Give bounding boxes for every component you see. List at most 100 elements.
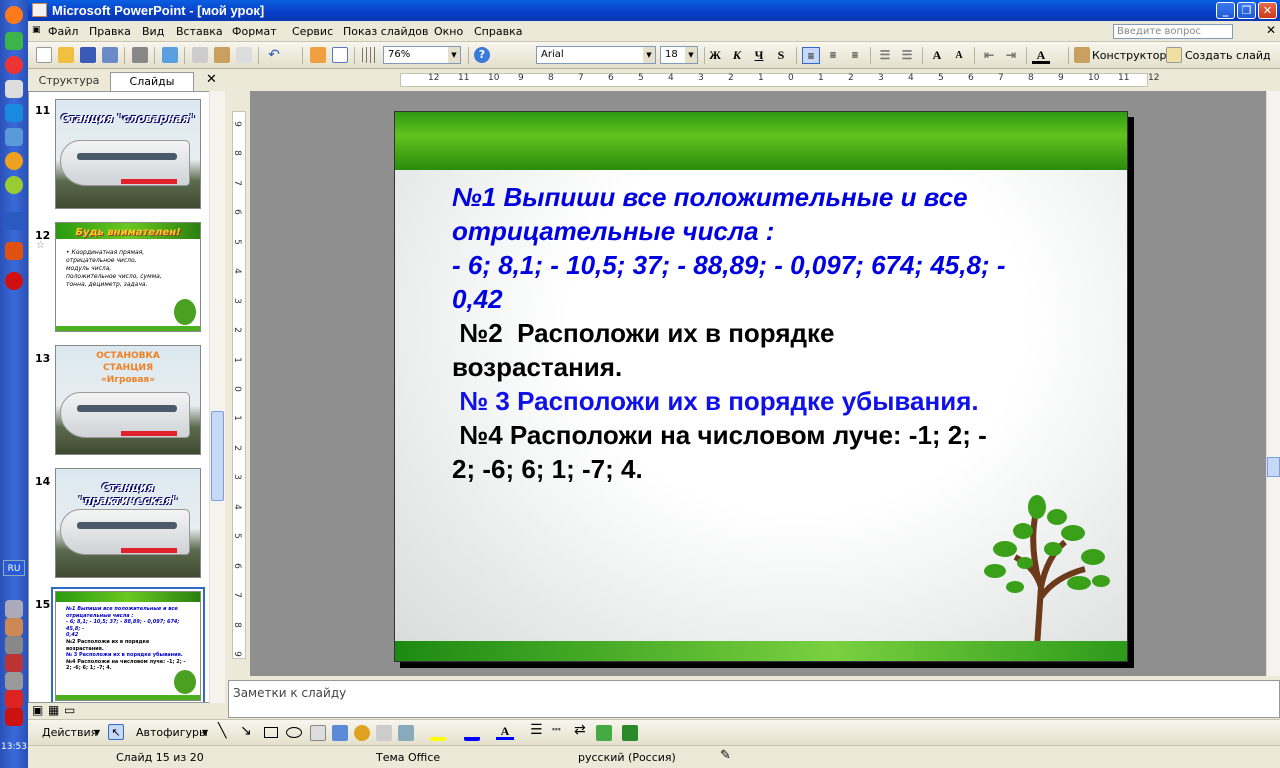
- zoom-select[interactable]: 76% ▼: [383, 46, 461, 64]
- fill-color-icon[interactable]: [430, 725, 446, 741]
- bold-button[interactable]: Ж: [706, 47, 724, 64]
- designer-button[interactable]: Конструктор: [1092, 49, 1166, 62]
- tray-icon[interactable]: [5, 708, 23, 726]
- close-icon[interactable]: ✕: [206, 72, 217, 87]
- doc-close-icon[interactable]: ✕: [1266, 23, 1276, 37]
- font-select[interactable]: Arial ▼: [536, 46, 656, 64]
- undo-icon[interactable]: ↶: [266, 47, 282, 63]
- slide-thumbnail-12[interactable]: Будь внимателен! • Координатная прямая, …: [55, 222, 201, 332]
- increase-font-button[interactable]: A: [928, 47, 946, 64]
- open-icon[interactable]: [58, 47, 74, 63]
- format-painter-icon[interactable]: [236, 47, 252, 63]
- close-button[interactable]: ✕: [1258, 2, 1277, 19]
- align-right-button[interactable]: ≡: [846, 47, 864, 64]
- minimize-button[interactable]: _: [1216, 2, 1235, 19]
- ie-icon[interactable]: [5, 104, 23, 122]
- permission-icon[interactable]: [102, 47, 118, 63]
- tray-icon[interactable]: [5, 618, 23, 636]
- new-slide-button[interactable]: Создать слайд: [1185, 49, 1271, 62]
- line-icon[interactable]: ╲: [218, 723, 226, 739]
- app-icon[interactable]: [5, 176, 23, 194]
- align-center-button[interactable]: ≡: [824, 47, 842, 64]
- thumbnails-scrollbar[interactable]: [209, 91, 225, 703]
- spelling-icon[interactable]: [162, 47, 178, 63]
- line-style-icon[interactable]: ☰: [530, 722, 543, 738]
- tray-icon[interactable]: [5, 654, 23, 672]
- menu-tools[interactable]: Сервис: [292, 25, 333, 38]
- actions-menu[interactable]: Действия: [42, 726, 97, 739]
- slideshow-view-icon[interactable]: ▭: [64, 703, 75, 717]
- menu-slideshow[interactable]: Показ слайдов: [343, 25, 429, 38]
- align-left-button[interactable]: ≡: [802, 47, 820, 64]
- picture-icon[interactable]: [398, 725, 414, 741]
- app-icon[interactable]: [5, 56, 23, 74]
- slide-thumbnail-13[interactable]: ОСТАНОВКА СТАНЦИЯ «Игровая»: [55, 345, 201, 455]
- font-color-icon[interactable]: A: [496, 723, 514, 740]
- oval-icon[interactable]: [286, 727, 302, 738]
- menu-format[interactable]: Формат: [232, 25, 277, 38]
- dash-style-icon[interactable]: ┅: [552, 722, 560, 738]
- menu-edit[interactable]: Правка: [89, 25, 131, 38]
- tray-icon[interactable]: [5, 636, 23, 654]
- line-color-icon[interactable]: [464, 725, 480, 741]
- menu-help[interactable]: Справка: [474, 25, 522, 38]
- volume-icon[interactable]: [5, 672, 23, 690]
- normal-view-icon[interactable]: ▣: [32, 703, 43, 717]
- table-icon[interactable]: [332, 47, 348, 63]
- language-indicator[interactable]: RU: [3, 560, 25, 576]
- select-pointer-icon[interactable]: ↖: [108, 724, 124, 740]
- textbox-icon[interactable]: [310, 725, 326, 741]
- desktop-icon[interactable]: [5, 128, 23, 146]
- decrease-font-button[interactable]: A: [950, 47, 968, 64]
- notes-pane[interactable]: Заметки к слайду: [228, 680, 1280, 718]
- tab-structure[interactable]: Структура: [32, 72, 106, 91]
- tab-slides[interactable]: Слайды: [110, 72, 194, 91]
- wordart-icon[interactable]: [332, 725, 348, 741]
- menu-insert[interactable]: Вставка: [176, 25, 223, 38]
- rectangle-icon[interactable]: [264, 727, 278, 738]
- doc-icon[interactable]: ▣: [32, 25, 41, 35]
- menu-file[interactable]: Файл: [48, 25, 78, 38]
- 3d-style-icon[interactable]: [622, 725, 638, 741]
- save-icon[interactable]: [80, 47, 96, 63]
- new-icon[interactable]: [36, 47, 52, 63]
- slide-thumbnail-11[interactable]: Станция "словарная": [55, 99, 201, 209]
- cut-icon[interactable]: [192, 47, 208, 63]
- start-icon[interactable]: [5, 6, 23, 24]
- opera-icon[interactable]: [5, 272, 23, 290]
- paste-icon[interactable]: [214, 47, 230, 63]
- bullets-button[interactable]: ☰: [898, 47, 916, 64]
- font-color-button[interactable]: A: [1032, 47, 1050, 64]
- decrease-indent-button[interactable]: ⇤: [980, 47, 998, 64]
- arrow-style-icon[interactable]: ⇄: [574, 722, 586, 738]
- arrow-icon[interactable]: ↘: [240, 723, 252, 739]
- tray-icon[interactable]: [5, 600, 23, 618]
- current-slide[interactable]: №1 Выпиши все положительные и все отрица…: [394, 111, 1128, 662]
- slide-thumbnail-14[interactable]: Станция "практическая": [55, 468, 201, 578]
- print-icon[interactable]: [132, 47, 148, 63]
- new-slide-icon[interactable]: [1166, 47, 1182, 63]
- shadow-style-icon[interactable]: [596, 725, 612, 741]
- italic-button[interactable]: К: [728, 47, 746, 64]
- increase-indent-button[interactable]: ⇥: [1002, 47, 1020, 64]
- grid-icon[interactable]: [362, 47, 378, 63]
- sorter-view-icon[interactable]: ▦: [48, 703, 59, 717]
- word-icon[interactable]: [5, 212, 23, 230]
- underline-button[interactable]: Ч: [750, 47, 768, 64]
- slide-thumbnail-15[interactable]: №1 Выпиши все положительные и все отрица…: [55, 591, 201, 701]
- menu-view[interactable]: Вид: [142, 25, 164, 38]
- chart-icon[interactable]: [310, 47, 326, 63]
- app-icon[interactable]: [5, 152, 23, 170]
- help-icon[interactable]: ?: [474, 47, 490, 63]
- maximize-button[interactable]: ❐: [1237, 2, 1256, 19]
- slide-text-box[interactable]: №1 Выпиши все положительные и все отрица…: [452, 180, 1082, 486]
- clipart-icon[interactable]: [376, 725, 392, 741]
- tray-icon[interactable]: [5, 690, 23, 708]
- powerpoint-icon[interactable]: [5, 242, 23, 260]
- menu-window[interactable]: Окно: [434, 25, 463, 38]
- font-size-select[interactable]: 18 ▼: [660, 46, 698, 64]
- autoshapes-menu[interactable]: Автофигуры: [136, 726, 208, 739]
- ask-question-input[interactable]: Введите вопрос: [1113, 24, 1233, 39]
- app-icon[interactable]: [5, 32, 23, 50]
- diagram-icon[interactable]: [354, 725, 370, 741]
